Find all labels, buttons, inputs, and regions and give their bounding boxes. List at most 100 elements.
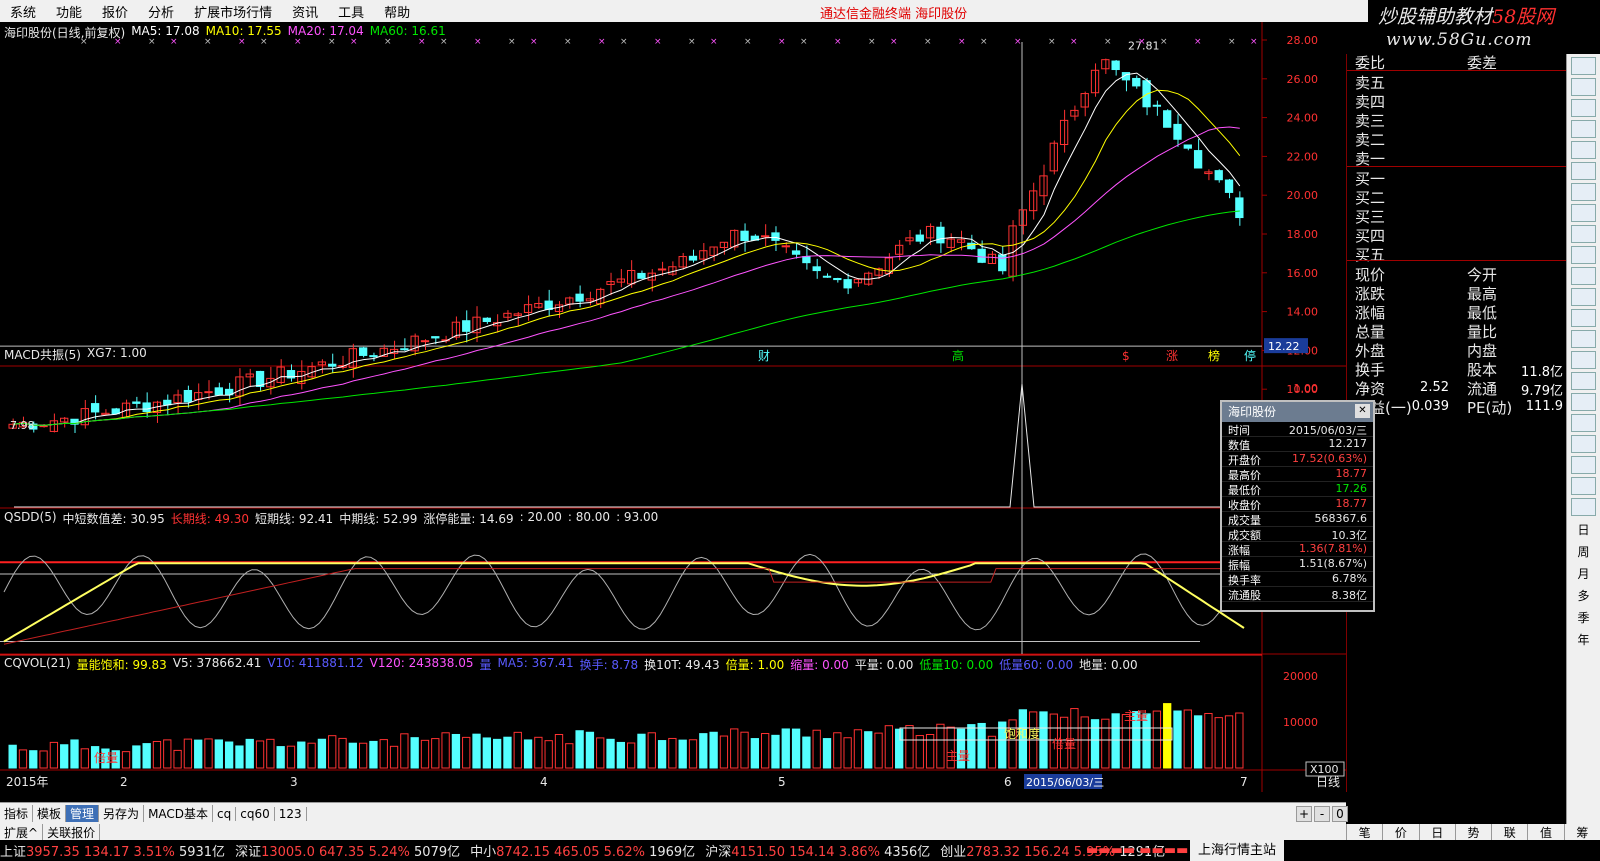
candle [616,268,625,288]
period-tool[interactable]: 多 [1567,585,1600,607]
indicator-tab-bar: 指标 模板 管理 另存为 MACD基本 cq cq60 123 + -0 [0,802,1348,824]
menu-1[interactable]: 功能 [46,2,92,21]
indicator-tab[interactable]: 123 [275,806,307,821]
period-tool[interactable]: 季 [1567,607,1600,629]
view-tab[interactable]: 筹 [1563,824,1600,840]
ext-tab[interactable]: 关联报价 [43,824,101,840]
view-tab[interactable]: 势 [1454,824,1491,840]
tool-icon[interactable] [1571,414,1596,432]
tool-icon[interactable] [1571,351,1596,369]
chart-canvas[interactable]: 28.00 26.00 24.00 22.00 20.00 18.00 16.00 14.00… [0,22,1346,792]
chart-area[interactable]: 28.00 26.00 24.00 22.00 20.00 18.00 16.00 14.00… [0,22,1346,792]
candle [1018,209,1028,235]
menu-4[interactable]: 扩展市场行情 [184,2,282,21]
svg-text:2: 2 [120,775,128,789]
zoom-control[interactable]: + [1296,806,1312,822]
candle [1132,75,1141,89]
ext-tab[interactable]: 扩展^ [0,824,44,840]
menu-3[interactable]: 分析 [138,2,184,21]
tool-icon[interactable] [1571,99,1596,117]
menu-5[interactable]: 资讯 [282,2,328,21]
stat-row: 换手 股本 11.8亿 [1347,359,1567,380]
qsdd-field: 长期线: 49.30 [170,512,249,526]
tool-icon[interactable] [1571,246,1596,264]
data-window-key: 时间 [1228,424,1250,437]
svg-text:2015年: 2015年 [6,775,49,789]
candle [173,389,182,414]
indicator-tab[interactable]: 另存为 [99,805,145,822]
zoom-control[interactable]: - [1314,806,1330,822]
svg-text:×: × [1228,37,1236,47]
data-window-key: 流通股 [1228,589,1261,602]
candle [678,252,687,270]
candle [286,364,296,382]
view-tab[interactable]: 日 [1418,824,1455,840]
data-window-value: 18.77 [1335,497,1368,510]
quote-label: 流通 [1467,380,1498,398]
period-tool[interactable]: 日 [1567,519,1600,541]
tool-icon[interactable] [1571,162,1596,180]
candle [534,296,543,309]
tool-icon[interactable] [1571,456,1596,474]
tool-icon[interactable] [1571,141,1596,159]
ma20-label: MA20: 17.04 [287,24,364,38]
tool-icon[interactable] [1571,498,1596,516]
volume-signal-label: 倍量 [94,750,118,765]
candle [1029,182,1038,220]
tool-icon[interactable] [1571,309,1596,327]
data-window[interactable]: 海印股份 ✕ 时间 2015/06/03/三 数值 12.217 开盘价 17.52(0.… [1220,400,1375,612]
period-tool[interactable]: 年 [1567,629,1600,651]
data-window-key: 最高价 [1228,469,1261,482]
quote-label: 换手 [1355,361,1386,379]
indicator-tab[interactable]: cq60 [236,806,275,821]
volume-bars [8,703,1244,769]
tool-icon[interactable] [1571,204,1596,222]
tool-icon[interactable] [1571,120,1596,138]
index-quote[interactable]: 深证13005.0 647.35 5.24% 5079亿 [235,841,460,860]
data-window-key: 收盘价 [1228,499,1261,512]
menu-2[interactable]: 报价 [92,2,138,21]
tool-icon[interactable] [1571,57,1596,75]
tool-icon[interactable] [1571,183,1596,201]
indicator-tab[interactable]: 模板 [33,805,67,822]
server-station[interactable]: 上海行情主站 [1190,840,1285,861]
view-tab[interactable]: 值 [1527,824,1563,840]
tool-icon[interactable] [1571,393,1596,411]
data-window-key: 成交量 [1228,514,1261,527]
qsdd-field: 涨停能量: 14.69 [423,512,514,526]
view-tab[interactable]: 笔 [1346,824,1382,840]
data-window-title[interactable]: 海印股份 ✕ [1222,402,1373,422]
indicator-tab[interactable]: MACD基本 [144,805,214,822]
index-quote[interactable]: 上证3957.35 134.17 3.51% 5931亿 [0,841,225,860]
index-quote[interactable]: 中小8742.15 465.05 5.62% 1969亿 [470,841,695,860]
zoom-control[interactable]: 0 [1332,806,1348,822]
indicator-tab[interactable]: cq [213,806,237,821]
tool-icon[interactable] [1571,267,1596,285]
tool-icon[interactable] [1571,435,1596,453]
index-quote[interactable]: 沪深4151.50 154.14 3.86% 4356亿 [705,841,930,860]
indicator-tab[interactable]: 指标 [0,805,34,822]
tool-icon[interactable] [1571,225,1596,243]
data-window-row: 最低价 17.26 [1222,482,1373,497]
view-tab[interactable]: 价 [1382,824,1418,840]
view-tab[interactable]: 联 [1491,824,1527,840]
tool-icon[interactable] [1571,372,1596,390]
cqvol-field: 平量: 0.00 [854,658,914,672]
data-window-row: 涨幅 1.36(7.81%) [1222,542,1373,557]
candle [348,343,357,378]
menu-7[interactable]: 帮助 [374,2,420,21]
tool-icon[interactable] [1571,288,1596,306]
candle [585,291,595,306]
menu-0[interactable]: 系统 [0,2,46,21]
tool-icon[interactable] [1571,330,1596,348]
quote-label: 买一 [1355,170,1386,188]
period-tool[interactable]: 月 [1567,563,1600,585]
indicator-tab[interactable]: 管理 [66,805,100,822]
close-icon[interactable]: ✕ [1355,404,1370,418]
tool-icon[interactable] [1571,477,1596,495]
stat-row: 净资 流通 2.52 9.79亿 [1347,378,1567,399]
period-tool[interactable]: 周 [1567,541,1600,563]
menu-6[interactable]: 工具 [328,2,374,21]
svg-text:×: × [620,37,628,47]
tool-icon[interactable] [1571,78,1596,96]
